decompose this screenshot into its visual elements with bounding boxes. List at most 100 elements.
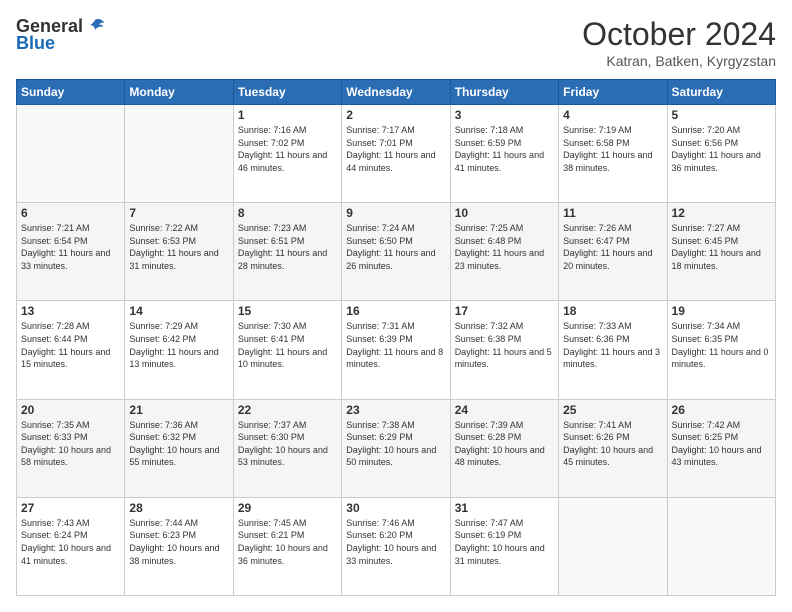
- day-number: 9: [346, 206, 445, 220]
- day-number: 1: [238, 108, 337, 122]
- calendar-week-row: 1 Sunrise: 7:16 AM Sunset: 7:02 PM Daylig…: [17, 105, 776, 203]
- day-number: 13: [21, 304, 120, 318]
- col-saturday: Saturday: [667, 80, 775, 105]
- day-info: Sunrise: 7:45 AM Sunset: 6:21 PM Dayligh…: [238, 517, 337, 567]
- day-info: Sunrise: 7:24 AM Sunset: 6:50 PM Dayligh…: [346, 222, 445, 272]
- table-row: 28Sunrise: 7:44 AM Sunset: 6:23 PM Dayli…: [125, 497, 233, 595]
- table-row: 18 Sunrise: 7:33 AM Sunset: 6:36 PM Dayli…: [559, 301, 667, 399]
- table-row: 30 Sunrise: 7:46 AM Sunset: 6:20 PM Dayli…: [342, 497, 450, 595]
- day-number: 27: [21, 501, 120, 515]
- day-number: 18: [563, 304, 662, 318]
- calendar-week-row: 20 Sunrise: 7:35 AM Sunset: 6:33 PM Dayli…: [17, 399, 776, 497]
- day-info: Sunrise: 7:29 AM Sunset: 6:42 PM Dayligh…: [129, 320, 228, 370]
- col-thursday: Thursday: [450, 80, 558, 105]
- table-row: 14 Sunrise: 7:29 AM Sunset: 6:42 PM Dayli…: [125, 301, 233, 399]
- day-info: Sunrise: 7:43 AM Sunset: 6:24 PM Dayligh…: [21, 517, 120, 567]
- day-number: 29: [238, 501, 337, 515]
- day-number: 17: [455, 304, 554, 318]
- day-info: Sunrise: 7:21 AM Sunset: 6:54 PM Dayligh…: [21, 222, 120, 272]
- table-row: 25 Sunrise: 7:41 AM Sunset: 6:26 PM Dayli…: [559, 399, 667, 497]
- table-row: 15 Sunrise: 7:30 AM Sunset: 6:41 PM Dayli…: [233, 301, 341, 399]
- day-info: Sunrise: 7:33 AM Sunset: 6:36 PM Dayligh…: [563, 320, 662, 370]
- table-row: 2 Sunrise: 7:17 AM Sunset: 7:01 PM Daylig…: [342, 105, 450, 203]
- table-row: 11Sunrise: 7:26 AM Sunset: 6:47 PM Dayli…: [559, 203, 667, 301]
- day-info: Sunrise: 7:19 AM Sunset: 6:58 PM Dayligh…: [563, 124, 662, 174]
- day-info: Sunrise: 7:23 AM Sunset: 6:51 PM Dayligh…: [238, 222, 337, 272]
- day-number: 10: [455, 206, 554, 220]
- table-row: [17, 105, 125, 203]
- day-number: 11: [563, 206, 662, 220]
- day-number: 3: [455, 108, 554, 122]
- day-number: 14: [129, 304, 228, 318]
- day-number: 20: [21, 403, 120, 417]
- day-info: Sunrise: 7:27 AM Sunset: 6:45 PM Dayligh…: [672, 222, 771, 272]
- table-row: 6Sunrise: 7:21 AM Sunset: 6:54 PM Daylig…: [17, 203, 125, 301]
- day-info: Sunrise: 7:37 AM Sunset: 6:30 PM Dayligh…: [238, 419, 337, 469]
- day-number: 12: [672, 206, 771, 220]
- table-row: 16 Sunrise: 7:31 AM Sunset: 6:39 PM Dayli…: [342, 301, 450, 399]
- day-number: 26: [672, 403, 771, 417]
- table-row: 19 Sunrise: 7:34 AM Sunset: 6:35 PM Dayli…: [667, 301, 775, 399]
- day-info: Sunrise: 7:16 AM Sunset: 7:02 PM Dayligh…: [238, 124, 337, 174]
- day-number: 2: [346, 108, 445, 122]
- day-info: Sunrise: 7:38 AM Sunset: 6:29 PM Dayligh…: [346, 419, 445, 469]
- day-info: Sunrise: 7:34 AM Sunset: 6:35 PM Dayligh…: [672, 320, 771, 370]
- day-number: 21: [129, 403, 228, 417]
- day-number: 25: [563, 403, 662, 417]
- col-tuesday: Tuesday: [233, 80, 341, 105]
- col-friday: Friday: [559, 80, 667, 105]
- day-number: 31: [455, 501, 554, 515]
- day-info: Sunrise: 7:30 AM Sunset: 6:41 PM Dayligh…: [238, 320, 337, 370]
- table-row: 12 Sunrise: 7:27 AM Sunset: 6:45 PM Dayli…: [667, 203, 775, 301]
- table-row: 8 Sunrise: 7:23 AM Sunset: 6:51 PM Daylig…: [233, 203, 341, 301]
- table-row: 24 Sunrise: 7:39 AM Sunset: 6:28 PM Dayli…: [450, 399, 558, 497]
- table-row: 5Sunrise: 7:20 AM Sunset: 6:56 PM Daylig…: [667, 105, 775, 203]
- day-info: Sunrise: 7:20 AM Sunset: 6:56 PM Dayligh…: [672, 124, 771, 174]
- calendar-table: Sunday Monday Tuesday Wednesday Thursday…: [16, 79, 776, 596]
- calendar-week-row: 27 Sunrise: 7:43 AM Sunset: 6:24 PM Dayli…: [17, 497, 776, 595]
- table-row: [559, 497, 667, 595]
- table-row: 29 Sunrise: 7:45 AM Sunset: 6:21 PM Dayli…: [233, 497, 341, 595]
- table-row: 21 Sunrise: 7:36 AM Sunset: 6:32 PM Dayli…: [125, 399, 233, 497]
- table-row: 4 Sunrise: 7:19 AM Sunset: 6:58 PM Daylig…: [559, 105, 667, 203]
- calendar-week-row: 13Sunrise: 7:28 AM Sunset: 6:44 PM Dayli…: [17, 301, 776, 399]
- day-info: Sunrise: 7:36 AM Sunset: 6:32 PM Dayligh…: [129, 419, 228, 469]
- table-row: 26 Sunrise: 7:42 AM Sunset: 6:25 PM Dayli…: [667, 399, 775, 497]
- day-info: Sunrise: 7:31 AM Sunset: 6:39 PM Dayligh…: [346, 320, 445, 370]
- day-number: 22: [238, 403, 337, 417]
- logo: General Blue: [16, 16, 105, 54]
- title-section: October 2024 Katran, Batken, Kyrgyzstan: [582, 16, 776, 69]
- table-row: 7Sunrise: 7:22 AM Sunset: 6:53 PM Daylig…: [125, 203, 233, 301]
- table-row: 9 Sunrise: 7:24 AM Sunset: 6:50 PM Daylig…: [342, 203, 450, 301]
- day-info: Sunrise: 7:25 AM Sunset: 6:48 PM Dayligh…: [455, 222, 554, 272]
- calendar-header-row: Sunday Monday Tuesday Wednesday Thursday…: [17, 80, 776, 105]
- table-row: 22 Sunrise: 7:37 AM Sunset: 6:30 PM Dayli…: [233, 399, 341, 497]
- table-row: 20 Sunrise: 7:35 AM Sunset: 6:33 PM Dayli…: [17, 399, 125, 497]
- day-info: Sunrise: 7:32 AM Sunset: 6:38 PM Dayligh…: [455, 320, 554, 370]
- day-number: 19: [672, 304, 771, 318]
- day-number: 15: [238, 304, 337, 318]
- day-number: 28: [129, 501, 228, 515]
- day-info: Sunrise: 7:17 AM Sunset: 7:01 PM Dayligh…: [346, 124, 445, 174]
- header: General Blue October 2024 Katran, Batken…: [16, 16, 776, 69]
- page: General Blue October 2024 Katran, Batken…: [0, 0, 792, 612]
- day-info: Sunrise: 7:42 AM Sunset: 6:25 PM Dayligh…: [672, 419, 771, 469]
- logo-bird-icon: [85, 17, 105, 37]
- table-row: [125, 105, 233, 203]
- logo-blue-text: Blue: [16, 33, 55, 54]
- day-number: 8: [238, 206, 337, 220]
- day-info: Sunrise: 7:46 AM Sunset: 6:20 PM Dayligh…: [346, 517, 445, 567]
- table-row: 13Sunrise: 7:28 AM Sunset: 6:44 PM Dayli…: [17, 301, 125, 399]
- table-row: 17 Sunrise: 7:32 AM Sunset: 6:38 PM Dayli…: [450, 301, 558, 399]
- day-number: 30: [346, 501, 445, 515]
- day-number: 24: [455, 403, 554, 417]
- table-row: 1 Sunrise: 7:16 AM Sunset: 7:02 PM Daylig…: [233, 105, 341, 203]
- day-number: 16: [346, 304, 445, 318]
- day-info: Sunrise: 7:39 AM Sunset: 6:28 PM Dayligh…: [455, 419, 554, 469]
- day-info: Sunrise: 7:41 AM Sunset: 6:26 PM Dayligh…: [563, 419, 662, 469]
- table-row: 23Sunrise: 7:38 AM Sunset: 6:29 PM Dayli…: [342, 399, 450, 497]
- table-row: 3Sunrise: 7:18 AM Sunset: 6:59 PM Daylig…: [450, 105, 558, 203]
- day-info: Sunrise: 7:35 AM Sunset: 6:33 PM Dayligh…: [21, 419, 120, 469]
- day-number: 4: [563, 108, 662, 122]
- col-sunday: Sunday: [17, 80, 125, 105]
